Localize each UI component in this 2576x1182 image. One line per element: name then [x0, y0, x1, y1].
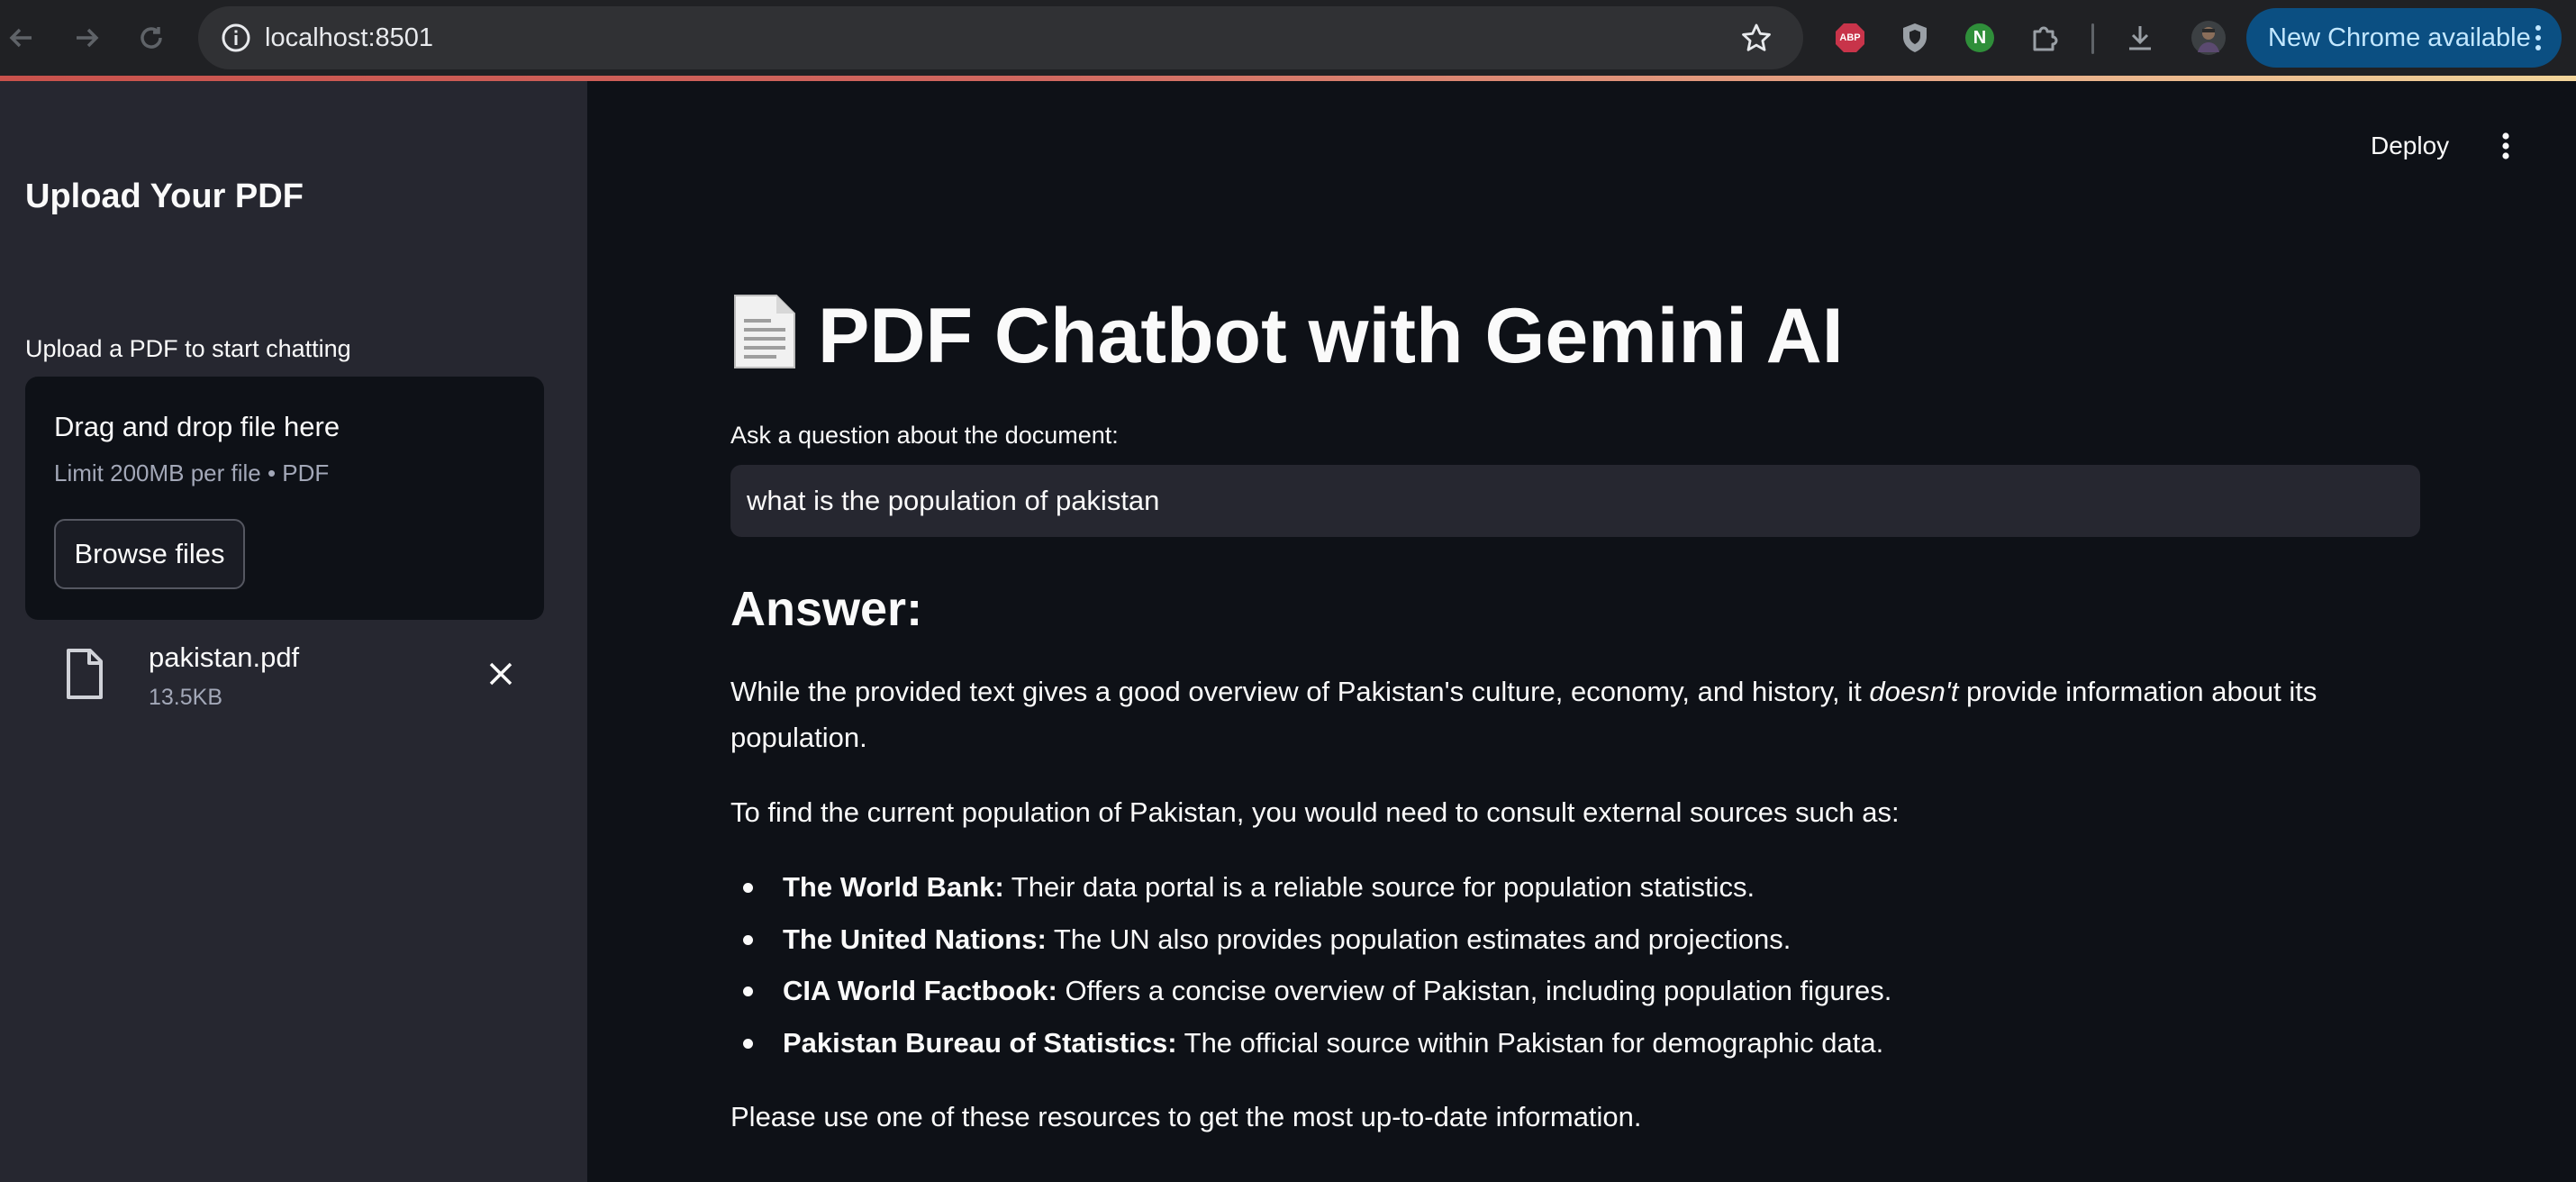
green-n-extension-icon[interactable]: N [1962, 20, 1998, 56]
abp-icon[interactable]: ABP [1832, 20, 1868, 56]
profile-avatar-icon[interactable] [2191, 20, 2227, 56]
browser-toolbar: localhost:8501 ABP N New Chrome availabl… [0, 0, 2576, 76]
answer-paragraph-2: To find the current population of Pakist… [730, 796, 1900, 828]
sidebar-title: Upload Your PDF [25, 177, 304, 215]
source-desc: The UN also provides population estimate… [1046, 923, 1791, 955]
main-menu-kebab-icon[interactable] [2495, 128, 2517, 164]
abp-label: ABP [1839, 32, 1861, 43]
file-icon [67, 649, 103, 699]
source-desc: Their data portal is a reliable source f… [1003, 871, 1755, 903]
answer-paragraph-1: While the provided text gives a good ove… [730, 668, 2424, 760]
source-name: The World Bank: [783, 871, 1004, 903]
question-input[interactable] [730, 465, 2420, 537]
file-size: 13.5KB [149, 685, 223, 710]
dropzone-limit: Limit 200MB per file • PDF [54, 459, 330, 486]
source-name: Pakistan Bureau of Statistics: [783, 1027, 1177, 1059]
list-item: The World Bank: Their data portal is a r… [730, 861, 2424, 914]
page-facing-up-icon [734, 295, 795, 368]
puzzle-icon[interactable] [2027, 20, 2063, 56]
n-label: N [1973, 28, 1987, 48]
list-item: Pakistan Bureau of Statistics: The offic… [730, 1017, 2424, 1069]
uploaded-file-item: pakistan.pdf 13.5KB [25, 631, 544, 717]
chrome-update-button[interactable]: New Chrome available [2246, 8, 2562, 68]
source-name: The United Nations: [783, 923, 1047, 955]
more-vert-icon [2535, 25, 2541, 50]
deploy-button[interactable]: Deploy [2371, 128, 2449, 164]
browse-files-button[interactable]: Browse files [54, 519, 245, 589]
list-item: The United Nations: The UN also provides… [730, 914, 2424, 966]
list-item: CIA World Factbook: Offers a concise ove… [730, 965, 2424, 1017]
remove-file-close-icon[interactable] [479, 652, 522, 696]
answer-paragraph-3: Please use one of these resources to get… [730, 1101, 1642, 1132]
shield-extension-icon[interactable] [1897, 20, 1933, 56]
source-desc: The official source within Pakistan for … [1176, 1027, 1884, 1059]
answer-heading: Answer: [730, 582, 923, 636]
p1-text-a: While the provided text gives a good ove… [730, 676, 1870, 707]
file-dropzone[interactable]: Drag and drop file here Limit 200MB per … [25, 377, 544, 620]
question-input-label: Ask a question about the document: [730, 422, 1119, 449]
uploader-label: Upload a PDF to start chatting [25, 335, 351, 362]
update-label: New Chrome available [2268, 23, 2531, 52]
file-name: pakistan.pdf [149, 641, 300, 673]
download-icon[interactable] [2122, 20, 2158, 56]
source-desc: Offers a concise overview of Pakistan, i… [1057, 975, 1892, 1007]
url-text: localhost:8501 [265, 23, 434, 52]
reload-icon[interactable] [133, 20, 169, 56]
site-info-icon[interactable] [220, 22, 252, 54]
p1-emphasis: doesn't [1869, 676, 1959, 707]
source-name: CIA World Factbook: [783, 975, 1057, 1007]
sources-list: The World Bank: Their data portal is a r… [730, 861, 2424, 1069]
back-arrow-icon[interactable] [4, 20, 40, 56]
page-title: PDF Chatbot with Gemini AI [730, 286, 1844, 386]
dropzone-title: Drag and drop file here [54, 411, 340, 442]
forward-arrow-icon[interactable] [68, 20, 104, 56]
address-bar[interactable]: localhost:8501 [198, 6, 1803, 69]
bookmark-star-icon[interactable] [1740, 22, 1773, 54]
page-title-text: PDF Chatbot with Gemini AI [818, 293, 1844, 379]
toolbar-divider [2091, 23, 2094, 54]
